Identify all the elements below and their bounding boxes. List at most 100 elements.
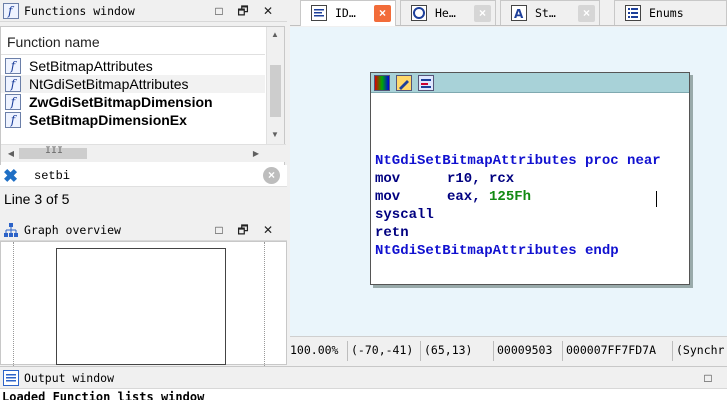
functions-window-titlebar: f Functions window □ 🗗 ✕ (0, 0, 287, 22)
mnemonic: mov (375, 171, 401, 187)
divider (13, 242, 14, 366)
address: 000007FF7FD7A (566, 343, 657, 357)
column-header[interactable]: Function name (1, 27, 265, 55)
scroll-right-arrow-icon[interactable]: ▶ (248, 149, 264, 158)
close-search-icon[interactable]: ✖ (3, 166, 18, 187)
output-window-title: Output window (24, 371, 115, 385)
graph-overview-titlebar: Graph overview □ 🗗 ✕ (0, 219, 287, 241)
ida-view-icon (311, 5, 327, 21)
code-line-mov[interactable]: mov eax, 125Fh (375, 189, 531, 205)
cursor-position: (65,13) (424, 343, 473, 357)
function-list: Function name f SetBitmapAttributes f Nt… (0, 26, 286, 166)
function-icon: f (3, 3, 19, 19)
operands: eax, 125Fh (447, 189, 531, 205)
output-window-icon (3, 370, 19, 386)
function-icon: f (5, 76, 21, 92)
mouse-coords: (-70,-41) (351, 343, 414, 357)
thumb-grip: III (45, 146, 64, 157)
divider (264, 242, 265, 366)
tab-label: ID… (335, 6, 356, 20)
scrollbar-thumb[interactable]: III (19, 146, 87, 159)
ida-view-canvas[interactable]: NtGdiSetBitmapAttributes proc near mov r1… (290, 27, 727, 336)
structures-icon: A (511, 5, 527, 21)
function-icon: f (5, 58, 21, 74)
text-cursor (656, 191, 657, 207)
function-name: SetBitmapDimensionEx (29, 112, 187, 128)
clear-search-icon[interactable]: × (263, 167, 280, 184)
operand-register: eax, (447, 189, 490, 205)
graph-node[interactable]: NtGdiSetBitmapAttributes proc near mov r1… (370, 72, 690, 285)
column-header-label: Function name (7, 34, 100, 50)
output-window-titlebar: Output window □ (0, 366, 727, 389)
minimize-button[interactable]: □ (211, 222, 227, 238)
minimize-button[interactable]: □ (211, 3, 227, 19)
output-line: Loaded Function lists window (2, 390, 205, 400)
restore-button[interactable]: 🗗 (235, 222, 251, 238)
code-line-endp[interactable]: NtGdiSetBitmapAttributes endp (375, 243, 619, 259)
function-list-vscrollbar[interactable]: ▲ ▼ (266, 27, 284, 144)
divider (672, 341, 673, 361)
function-list-hscrollbar[interactable]: ◀ III ▶ (1, 144, 286, 162)
function-row-selected[interactable]: f NtGdiSetBitmapAttributes (1, 75, 265, 93)
graph-icon (3, 222, 19, 238)
function-icon: f (5, 94, 21, 110)
tab-bar: ID… × He… × A St… × Enums (290, 0, 727, 26)
left-pane: f Functions window □ 🗗 ✕ Function name f… (0, 0, 287, 366)
file-offset: 00009503 (497, 343, 553, 357)
restore-button[interactable]: 🗗 (235, 3, 251, 19)
operands: r10, rcx (447, 171, 515, 187)
color-picker-icon[interactable] (374, 75, 390, 91)
graph-overview-title: Graph overview (24, 223, 121, 237)
mnemonic: mov (375, 189, 401, 205)
rename-icon[interactable] (396, 75, 412, 91)
function-row[interactable]: f SetBitmapDimensionEx (1, 111, 265, 129)
function-name: ZwGdiSetBitmapDimension (29, 94, 213, 110)
graph-node-header (371, 73, 689, 93)
function-row[interactable]: f ZwGdiSetBitmapDimension (1, 93, 265, 111)
line-status: Line 3 of 5 (4, 191, 70, 207)
divider (562, 341, 563, 361)
tab-label: He… (435, 6, 456, 20)
group-nodes-icon[interactable] (418, 75, 434, 91)
code-line-syscall[interactable]: syscall (375, 207, 434, 223)
scroll-left-arrow-icon[interactable]: ◀ (3, 149, 19, 158)
zoom-level: 100.00% (290, 343, 339, 357)
tab-close-icon[interactable]: × (374, 5, 391, 22)
scroll-down-arrow-icon[interactable]: ▼ (267, 130, 283, 139)
view-statusbar: 100.00% (-70,-41) (65,13) 00009503 00000… (290, 336, 727, 366)
close-button[interactable]: ✕ (260, 3, 276, 19)
tab-structures[interactable]: A St… × (500, 0, 600, 25)
tab-enums[interactable]: Enums (614, 0, 727, 25)
enums-icon (625, 5, 641, 21)
tab-label: St… (535, 6, 556, 20)
output-log[interactable]: Loaded Function lists window (0, 389, 727, 400)
function-row[interactable]: f SetBitmapAttributes (1, 57, 265, 75)
functions-window-title: Functions window (24, 4, 135, 18)
immediate-value: 125Fh (489, 189, 532, 205)
search-bar: ✖ setbi × (0, 165, 287, 187)
graph-overview-viewport[interactable] (56, 248, 226, 365)
minimize-button[interactable]: □ (700, 370, 716, 386)
tab-ida-view[interactable]: ID… × (300, 0, 396, 26)
divider (347, 341, 348, 361)
sync-status: (Synchr (676, 343, 725, 357)
divider (493, 341, 494, 361)
svg-text:A: A (514, 7, 524, 21)
scrollbar-thumb[interactable] (270, 65, 281, 117)
hex-view-icon (411, 5, 427, 21)
tab-hex-view[interactable]: He… × (400, 0, 496, 25)
function-icon: f (5, 112, 21, 128)
scroll-up-arrow-icon[interactable]: ▲ (267, 30, 283, 39)
graph-overview-canvas[interactable] (0, 241, 287, 366)
divider (420, 341, 421, 361)
close-button[interactable]: ✕ (260, 222, 276, 238)
search-input[interactable]: setbi (34, 169, 70, 183)
tab-label: Enums (649, 6, 684, 20)
code-line-mov[interactable]: mov r10, rcx (375, 171, 514, 187)
tab-close-icon[interactable]: × (474, 5, 491, 22)
function-name: SetBitmapAttributes (29, 58, 153, 74)
tab-close-icon[interactable]: × (578, 5, 595, 22)
code-line-retn[interactable]: retn (375, 225, 409, 241)
function-name: NtGdiSetBitmapAttributes (29, 76, 189, 92)
code-line-proc[interactable]: NtGdiSetBitmapAttributes proc near (375, 153, 661, 169)
